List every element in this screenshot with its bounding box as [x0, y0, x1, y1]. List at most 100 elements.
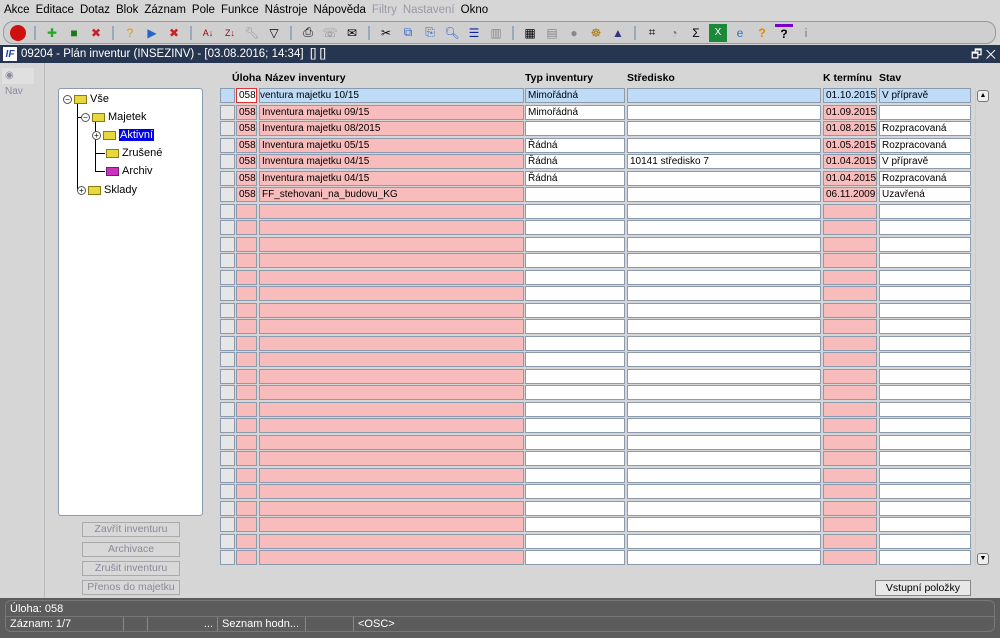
cell-stav[interactable]: Uzavřená [879, 187, 971, 202]
cell-nazev[interactable] [259, 269, 524, 285]
input-items-button[interactable]: Vstupní položky [875, 580, 971, 596]
menu-item[interactable]: Pole [192, 4, 215, 16]
help-icon[interactable]: ? [775, 23, 793, 42]
cell-typ[interactable]: Mimořádná [525, 104, 625, 120]
cell-nazev[interactable] [259, 368, 524, 384]
cell-termin[interactable]: 01.04.2015 [823, 154, 877, 169]
cell-uloha[interactable] [236, 220, 257, 235]
row-selector[interactable] [220, 484, 235, 499]
cell-termin[interactable] [823, 500, 877, 516]
cell-uloha[interactable] [236, 451, 257, 466]
query-icon[interactable]: ? [121, 24, 139, 42]
cell-stredisko[interactable] [627, 137, 821, 153]
sort-asc-icon[interactable]: A↓ [199, 24, 217, 42]
cell-stredisko[interactable] [627, 434, 821, 450]
cell-stredisko[interactable] [627, 517, 821, 532]
cell-typ[interactable] [525, 269, 625, 285]
cell-termin[interactable] [823, 418, 877, 433]
sort-desc-icon[interactable]: Z↓ [221, 24, 239, 42]
cell-termin[interactable] [823, 533, 877, 549]
cell-stredisko[interactable] [627, 236, 821, 252]
cell-nazev[interactable]: FF_stehovani_na_budovu_KG [259, 187, 524, 202]
cell-stredisko[interactable] [627, 352, 821, 367]
cell-stredisko[interactable] [627, 302, 821, 318]
browser-icon[interactable]: e [731, 24, 749, 42]
cell-typ[interactable] [525, 500, 625, 516]
cell-stredisko[interactable] [627, 335, 821, 351]
row-selector[interactable] [220, 451, 235, 466]
save-record-icon[interactable]: ■ [65, 24, 83, 42]
cell-stredisko[interactable] [627, 550, 821, 565]
cell-stredisko[interactable] [627, 500, 821, 516]
cell-uloha[interactable]: 058 [236, 154, 257, 169]
cell-uloha[interactable]: 058 [236, 137, 257, 153]
cell-uloha[interactable]: 058 [236, 88, 257, 103]
cell-typ[interactable] [525, 418, 625, 433]
chart-icon[interactable]: ⌗ [643, 24, 661, 42]
cell-stredisko[interactable] [627, 269, 821, 285]
cell-nazev[interactable] [259, 302, 524, 318]
fax-icon[interactable]: ☏ [321, 24, 339, 42]
globe-icon[interactable]: ● [565, 24, 583, 42]
cell-termin[interactable] [823, 236, 877, 252]
scroll-down-icon[interactable]: ▼ [977, 553, 989, 565]
cell-typ[interactable] [525, 368, 625, 384]
cell-uloha[interactable] [236, 319, 257, 334]
cell-nazev[interactable] [259, 484, 524, 499]
close-icon[interactable]: ✕ [986, 47, 996, 61]
filter-icon[interactable]: ▽ [265, 24, 283, 42]
row-selector[interactable] [220, 533, 235, 549]
cell-nazev[interactable] [259, 517, 524, 532]
cell-typ[interactable] [525, 352, 625, 367]
cell-termin[interactable] [823, 302, 877, 318]
row-selector[interactable] [220, 154, 235, 169]
cell-stav[interactable] [879, 500, 971, 516]
cell-stav[interactable]: Rozpracovaná [879, 137, 971, 153]
cell-uloha[interactable] [236, 385, 257, 400]
row-selector[interactable] [220, 352, 235, 367]
nav-toggle[interactable]: ◉ Nav [2, 68, 34, 97]
cell-stredisko[interactable] [627, 418, 821, 433]
row-selector[interactable] [220, 137, 235, 153]
cell-stav[interactable] [879, 484, 971, 499]
row-selector[interactable] [220, 187, 235, 202]
cell-uloha[interactable] [236, 434, 257, 450]
cell-uloha[interactable]: 058 [236, 104, 257, 120]
cell-termin[interactable] [823, 220, 877, 235]
cell-stredisko[interactable] [627, 385, 821, 400]
expand-icon[interactable]: + [92, 130, 101, 140]
menu-item[interactable]: Nástroje [265, 4, 308, 16]
cell-nazev[interactable]: ventura majetku 10/15 [259, 88, 524, 103]
row-selector[interactable] [220, 121, 235, 136]
cancel-query-icon[interactable]: ✖ [165, 24, 183, 42]
cell-typ[interactable] [525, 434, 625, 450]
cell-typ[interactable] [525, 121, 625, 136]
cell-termin[interactable]: 06.11.2009 [823, 187, 877, 202]
row-selector[interactable] [220, 385, 235, 400]
menu-item[interactable]: Akce [4, 4, 30, 16]
delete-record-icon[interactable]: ✖ [87, 24, 105, 42]
cell-stav[interactable]: Rozpracovaná [879, 170, 971, 186]
cell-uloha[interactable] [236, 418, 257, 433]
row-selector[interactable] [220, 104, 235, 120]
help-users-icon[interactable]: ? [753, 24, 771, 42]
row-selector[interactable] [220, 368, 235, 384]
cell-termin[interactable]: 01.05.2015 [823, 137, 877, 153]
expand-icon[interactable]: + [77, 185, 86, 195]
row-selector[interactable] [220, 203, 235, 219]
cell-stredisko[interactable] [627, 104, 821, 120]
cell-termin[interactable] [823, 203, 877, 219]
cell-uloha[interactable] [236, 203, 257, 219]
cell-typ[interactable] [525, 236, 625, 252]
cell-stav[interactable] [879, 550, 971, 565]
cell-typ[interactable] [525, 533, 625, 549]
tree-node-aktivni[interactable]: + Aktivní [92, 129, 155, 141]
cell-stav[interactable] [879, 451, 971, 466]
cell-typ[interactable]: Řádná [525, 170, 625, 186]
menu-item[interactable]: Funkce [221, 4, 259, 16]
cell-nazev[interactable] [259, 467, 524, 483]
wrench-icon[interactable]: 🔧︎ [243, 24, 261, 42]
cell-stredisko[interactable] [627, 401, 821, 417]
cell-nazev[interactable] [259, 385, 524, 400]
document-icon[interactable]: ▤ [543, 24, 561, 42]
